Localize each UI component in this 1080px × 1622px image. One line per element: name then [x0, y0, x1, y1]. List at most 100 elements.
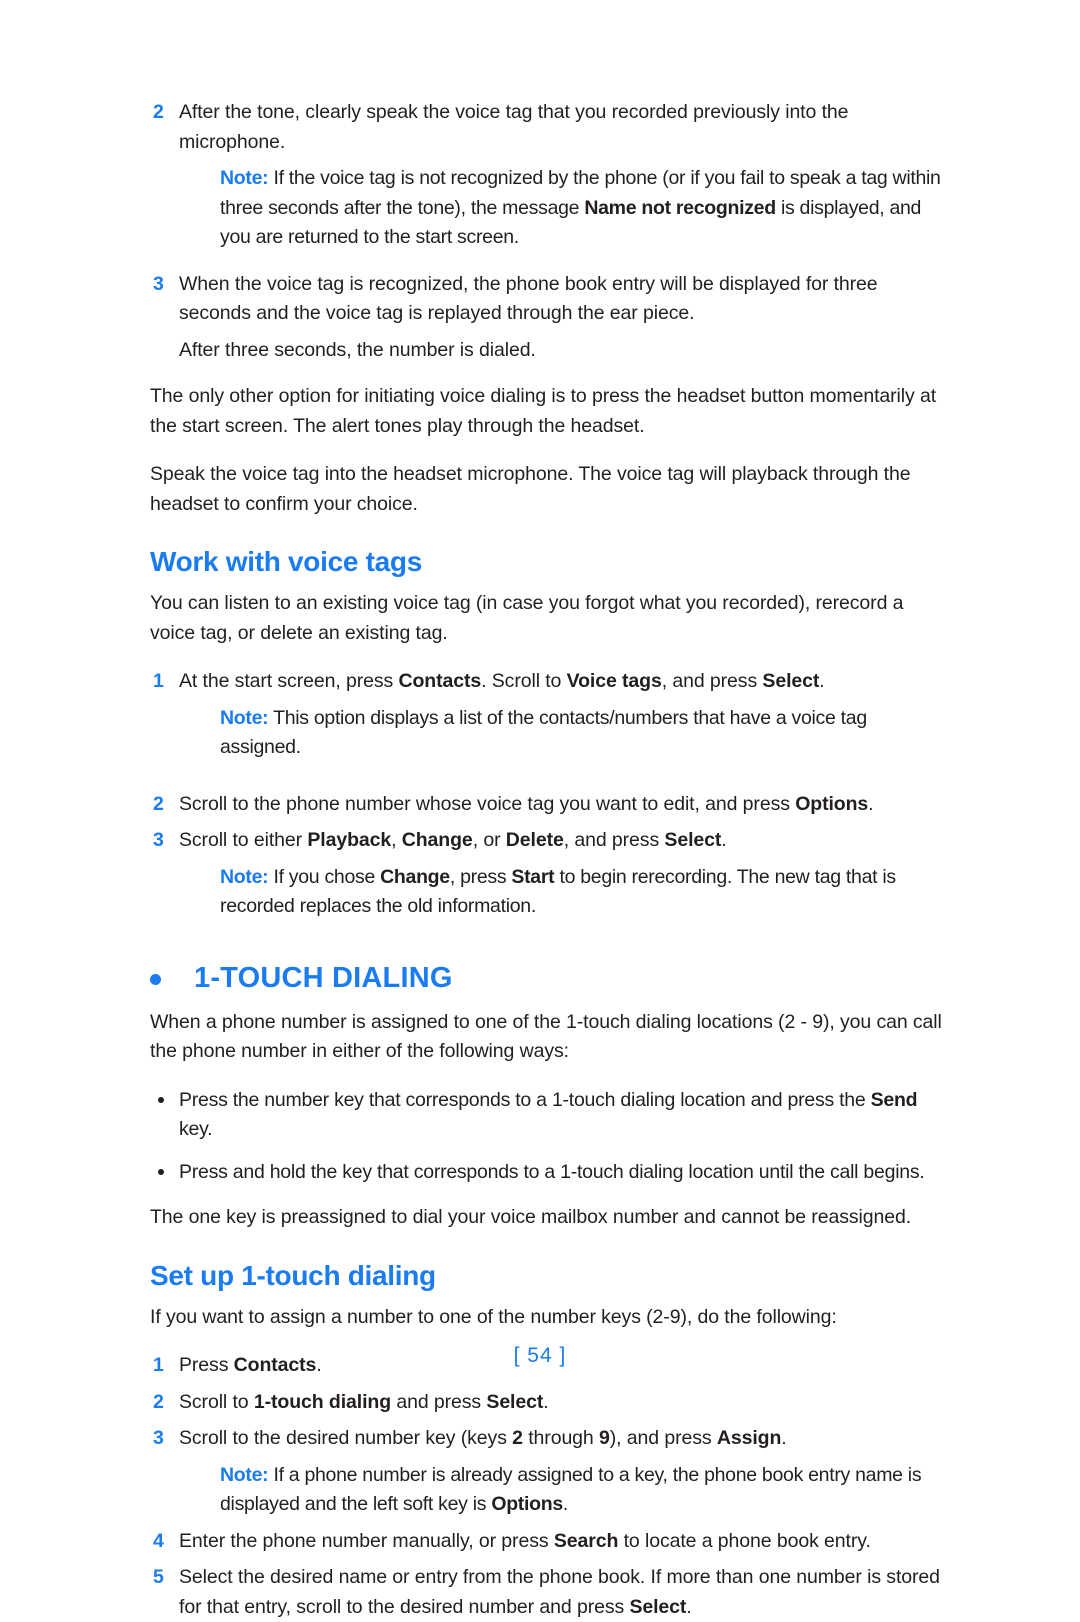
- step-emphasis-key-2: 2: [512, 1427, 523, 1449]
- note-emphasis-change: Change: [380, 865, 450, 888]
- note-emphasis-options: Options: [491, 1493, 563, 1515]
- para-speak-voice-tag: Speak the voice tag into the headset mic…: [150, 463, 911, 515]
- step-text-part-1: Enter the phone number manually, or pres…: [179, 1529, 554, 1552]
- step-emphasis-assign: Assign: [716, 1427, 782, 1449]
- step-text-part-2: and press: [391, 1390, 487, 1413]
- step-number: 3: [153, 829, 164, 851]
- step-text-part-4: .: [819, 670, 825, 692]
- step-text-part-1: Scroll to the phone number whose voice t…: [179, 792, 796, 815]
- step-text-part-1: Scroll to the desired number key (keys: [179, 1427, 513, 1449]
- manual-page: 2 After the tone, clearly speak the voic…: [0, 0, 1080, 1618]
- para-only-other-option: The only other option for initiating voi…: [150, 385, 937, 437]
- step-voice-tag-recognized: 3 When the voice tag is recognized, the …: [150, 270, 950, 329]
- note-text: This option displays a list of the conta…: [220, 706, 867, 759]
- step-text: When the voice tag is recognized, the ph…: [179, 272, 878, 325]
- list-item: Press and hold the key that corresponds …: [150, 1158, 950, 1188]
- step-text-part-4: , and press: [563, 829, 665, 851]
- step-scroll-desired-number-key: 3 Scroll to the desired number key (keys …: [150, 1424, 950, 1454]
- step-text-part-1: Select the desired name or entry from th…: [179, 1566, 940, 1618]
- step-after-the-tone: 2 After the tone, clearly speak the voic…: [150, 98, 950, 157]
- note-label: Note:: [220, 706, 269, 729]
- step-number: 5: [153, 1566, 164, 1588]
- step-scroll-phone-number: 2 Scroll to the phone number whose voice …: [150, 790, 950, 820]
- step-text-part-3: ), and press: [609, 1427, 717, 1449]
- step-scroll-one-touch-dialing: 2 Scroll to 1-touch dialing and press Sel…: [150, 1388, 950, 1418]
- step-number: 2: [153, 792, 164, 815]
- step-text-part-2: through: [522, 1427, 599, 1449]
- step-number: 3: [153, 272, 164, 295]
- para-one-key-preassigned: The one key is preassigned to dial your …: [150, 1206, 912, 1228]
- step-number: 4: [153, 1529, 164, 1552]
- note-if-you-chose-change: Note: If you chose Change, press Start t…: [150, 863, 950, 922]
- step-text-part-3: , and press: [661, 670, 763, 692]
- page-number: [ 54 ]: [513, 1344, 567, 1367]
- note-text-part-1: If you chose: [268, 865, 381, 888]
- para-you-can-listen: You can listen to an existing voice tag …: [150, 592, 904, 644]
- step-text-part-3: .: [543, 1390, 549, 1413]
- step-emphasis-search: Search: [553, 1529, 619, 1552]
- step-text-part-2: ,: [391, 829, 402, 851]
- step-text-part-2: .: [868, 792, 874, 815]
- para-if-you-want-to-assign: If you want to assign a number to one of…: [150, 1305, 837, 1328]
- note-text-part-2: .: [562, 1493, 569, 1515]
- step-emphasis-contacts: Contacts: [398, 670, 482, 692]
- heading-set-up-one-touch-dialing: Set up 1-touch dialing: [150, 1259, 436, 1291]
- step-emphasis-voice-tags: Voice tags: [566, 670, 662, 692]
- step-enter-phone-number: 4 Enter the phone number manually, or pre…: [150, 1527, 950, 1557]
- step-emphasis-select: Select: [762, 670, 820, 692]
- heading-work-with-voice-tags: Work with voice tags: [150, 546, 422, 577]
- step-playback-change-delete: 3 Scroll to either Playback, Change, or D…: [150, 826, 950, 856]
- heading-text: 1-TOUCH DIALING: [194, 961, 453, 994]
- step-emphasis-delete: Delete: [505, 829, 564, 851]
- step-number: 2: [153, 1390, 164, 1413]
- step-text-part-1: At the start screen, press: [179, 670, 399, 692]
- step-text: After the tone, clearly speak the voice …: [179, 101, 849, 153]
- step-emphasis-select: Select: [629, 1595, 687, 1618]
- step-text-part-1: Scroll to either: [179, 829, 308, 851]
- step-text-part-5: .: [721, 829, 727, 851]
- step-at-start-screen: 1 At the start screen, press Contacts. Sc…: [150, 667, 950, 697]
- note-label: Note:: [220, 1463, 269, 1486]
- note-label: Note:: [220, 167, 269, 189]
- step-emphasis-options: Options: [795, 792, 869, 815]
- note-text-part-2: , press: [449, 865, 512, 888]
- step-text-part-2: .: [686, 1595, 692, 1618]
- step-select-desired-name: 5 Select the desired name or entry from t…: [150, 1563, 950, 1622]
- list-item-text: Press and hold the key that corresponds …: [179, 1160, 925, 1183]
- para-after-three-seconds: After three seconds, the number is diale…: [179, 338, 536, 361]
- para-when-phone-number-assigned: When a phone number is assigned to one o…: [150, 1010, 942, 1063]
- step-emphasis-select: Select: [486, 1390, 544, 1413]
- step-text-part-2: to locate a phone book entry.: [618, 1529, 871, 1552]
- list-item-text-part-1: Press the number key that corresponds to…: [179, 1088, 871, 1111]
- note-emphasis-start: Start: [511, 865, 555, 888]
- step-emphasis-change: Change: [401, 829, 473, 851]
- step-text-part-4: .: [781, 1427, 787, 1449]
- step-emphasis-select: Select: [664, 829, 722, 851]
- page-content: 2 After the tone, clearly speak the voic…: [150, 98, 950, 1622]
- note-displays-list-of-contacts: Note: This option displays a list of the…: [150, 704, 950, 763]
- bullet-icon: [158, 1096, 164, 1103]
- heading-one-touch-dialing: 1-TOUCH DIALING: [150, 960, 950, 996]
- section-bullet-icon: [150, 973, 161, 985]
- list-item-text-part-2: key.: [179, 1118, 213, 1140]
- step-emphasis-one-touch-dialing: 1-touch dialing: [253, 1390, 392, 1413]
- step-emphasis-key-9: 9: [599, 1427, 610, 1449]
- step-text-part-3: , or: [472, 829, 506, 851]
- list-item-emphasis-send: Send: [870, 1088, 918, 1111]
- bullet-icon: [158, 1168, 164, 1175]
- note-text-part-1: If a phone number is already assigned to…: [220, 1463, 922, 1516]
- note-number-already-assigned: Note: If a phone number is already assig…: [150, 1461, 950, 1520]
- step-number: 2: [153, 101, 164, 123]
- step-number: 1: [153, 670, 164, 692]
- note-name-not-recognized: Note: If the voice tag is not recognized…: [150, 164, 950, 253]
- step-number: 3: [153, 1427, 164, 1449]
- step-text-part-2: . Scroll to: [481, 670, 567, 692]
- step-text-part-1: Scroll to: [179, 1390, 254, 1413]
- one-touch-dialing-ways-list: Press the number key that corresponds to…: [150, 1086, 950, 1188]
- note-emphasis-name-not-recognized: Name not recognized: [584, 196, 776, 219]
- note-label: Note:: [220, 865, 269, 888]
- step-emphasis-playback: Playback: [307, 829, 392, 851]
